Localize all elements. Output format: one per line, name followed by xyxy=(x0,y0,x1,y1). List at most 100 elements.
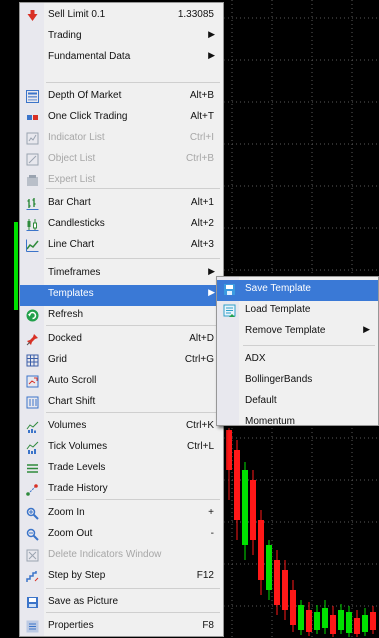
menu-item-shortcut: Alt+2 xyxy=(190,218,214,229)
menu-item-shortcut: Ctrl+K xyxy=(185,420,214,431)
menu-item-label: BollingerBands xyxy=(245,374,313,385)
candle-bear xyxy=(290,590,296,625)
menu-item-label: Chart Shift xyxy=(48,396,96,407)
candle-bear xyxy=(330,615,336,634)
auto-scroll-icon xyxy=(26,375,39,388)
menu-item-trade-history[interactable]: Trade History xyxy=(20,480,223,501)
menu-item-timeframes[interactable]: Timeframes ▶ xyxy=(20,264,223,285)
candle-bear xyxy=(258,520,264,580)
menu-item-bollingerbands[interactable]: BollingerBands xyxy=(217,371,378,392)
menu-item-label: Fundamental Data xyxy=(48,51,131,62)
menu-item-candlesticks[interactable]: Candlesticks Alt+2 xyxy=(20,215,223,236)
refresh-icon xyxy=(26,309,39,322)
menu-item-docked[interactable]: Docked Alt+D xyxy=(20,330,223,351)
pin-icon xyxy=(26,334,38,346)
menu-separator xyxy=(46,188,220,189)
templates-submenu: Save Template Load Template Remove Templat… xyxy=(216,276,379,427)
candle-bull xyxy=(338,610,344,630)
menu-item-line-chart[interactable]: Line Chart Alt+3 xyxy=(20,236,223,257)
menu-item-save-as-picture[interactable]: Save as Picture xyxy=(20,593,223,614)
chart-context-menu: Sell Limit 0.1 1.33085 Trading ▶ Fundamental… xyxy=(19,2,224,637)
zoom-out-icon xyxy=(26,528,39,541)
menu-item-chart-shift[interactable]: Chart Shift xyxy=(20,393,223,414)
menu-separator xyxy=(46,325,220,326)
menu-item-label: ADX xyxy=(245,353,266,364)
candle-bear xyxy=(370,612,376,630)
candle-bear xyxy=(274,560,280,605)
partial-candle xyxy=(14,222,18,310)
menu-item-remove-template[interactable]: Remove Template ▶ xyxy=(217,322,378,343)
candle-bull xyxy=(314,612,320,630)
menu-item-templates[interactable]: Templates ▶ xyxy=(20,285,223,306)
load-template-icon xyxy=(223,304,236,317)
object-list-icon xyxy=(26,153,39,166)
menu-item-trading[interactable]: Trading ▶ xyxy=(20,27,223,48)
candle-bear xyxy=(282,570,288,610)
menu-item-label: Zoom In xyxy=(48,507,85,518)
menu-item-one-click-trading[interactable]: One Click Trading Alt+T xyxy=(20,108,223,129)
menu-item-label: Default xyxy=(245,395,277,406)
candle-bull xyxy=(298,605,304,630)
properties-icon xyxy=(26,620,39,633)
candle-bull xyxy=(362,615,368,632)
menu-item-shortcut: Alt+1 xyxy=(190,197,214,208)
menu-item-grid[interactable]: Grid Ctrl+G xyxy=(20,351,223,372)
line-chart-icon xyxy=(26,239,39,252)
menu-separator xyxy=(46,499,220,500)
menu-item-label: Templates xyxy=(48,288,94,299)
menu-item-load-template[interactable]: Load Template xyxy=(217,301,378,322)
menu-item-bar-chart[interactable]: Bar Chart Alt+1 xyxy=(20,194,223,215)
submenu-arrow-icon: ▶ xyxy=(208,287,215,297)
menu-item-save-template[interactable]: Save Template xyxy=(217,280,378,301)
menu-item-zoom-out[interactable]: Zoom Out - xyxy=(20,525,223,546)
menu-item-label: Momentum xyxy=(245,416,296,427)
menu-separator xyxy=(46,588,220,589)
menu-item-delete-indicators-window: Delete Indicators Window xyxy=(20,546,223,567)
menu-item-sell-limit-0-1[interactable]: Sell Limit 0.1 1.33085 xyxy=(20,6,223,27)
candle-bull xyxy=(266,545,272,590)
menu-item-default[interactable]: Default xyxy=(217,392,378,413)
menu-item-trade-levels[interactable]: Trade Levels xyxy=(20,459,223,480)
menu-item-label: Save as Picture xyxy=(48,596,119,607)
menu-item-label: Depth Of Market xyxy=(48,90,122,101)
step-by-step-icon xyxy=(26,571,39,582)
menu-item-auto-scroll[interactable]: Auto Scroll xyxy=(20,372,223,393)
menu-item-label: Trade History xyxy=(48,483,108,494)
candle-bull xyxy=(322,608,328,628)
menu-item-zoom-in[interactable]: Zoom In + xyxy=(20,504,223,525)
menu-item-depth-of-market[interactable]: Depth Of Market Alt+B xyxy=(20,87,223,108)
menu-item-momentum[interactable]: Momentum xyxy=(217,413,378,434)
menu-item-properties[interactable]: Properties F8 xyxy=(20,617,223,638)
menu-item-label: Save Template xyxy=(245,283,311,294)
menu-item-shortcut: Alt+B xyxy=(189,90,214,101)
menu-item-shortcut: F12 xyxy=(196,570,214,581)
menu-item-step-by-step[interactable]: Step by Step F12 xyxy=(20,567,223,588)
bar-chart-icon xyxy=(26,198,39,210)
menu-item-label: Volumes xyxy=(48,420,87,431)
menu-item-label: Refresh xyxy=(48,309,84,320)
menu-item-shortcut: Ctrl+B xyxy=(185,153,214,164)
candle-bull xyxy=(242,470,248,545)
delete-indicators-window-icon xyxy=(26,549,39,562)
menu-item-label: Delete Indicators Window xyxy=(48,549,162,560)
menu-item-refresh[interactable]: Refresh xyxy=(20,306,223,327)
menu-item-fundamental-data[interactable]: Fundamental Data ▶ xyxy=(20,48,223,69)
menu-item-label: One Click Trading xyxy=(48,111,128,122)
menu-item-tick-volumes[interactable]: Tick Volumes Ctrl+L xyxy=(20,438,223,459)
submenu-arrow-icon: ▶ xyxy=(363,324,370,334)
menu-item-adx[interactable]: ADX xyxy=(217,350,378,371)
menu-item-object-list: Object List Ctrl+B xyxy=(20,150,223,171)
menu-item-shortcut: Alt+D xyxy=(189,333,214,344)
zoom-in-icon xyxy=(26,507,39,520)
menu-item-label: Docked xyxy=(48,333,82,344)
menu-item-label: Line Chart xyxy=(48,239,95,250)
tick-volumes-icon xyxy=(26,441,39,454)
save-as-picture-icon xyxy=(27,597,38,608)
menu-item-shortcut: 1.33085 xyxy=(177,9,214,20)
menu-item-label: Expert List xyxy=(48,174,96,185)
menu-item-volumes[interactable]: Volumes Ctrl+K xyxy=(20,417,223,438)
menu-item-label: Candlesticks xyxy=(48,218,105,229)
menu-item-label: Sell Limit 0.1 xyxy=(48,9,106,20)
expert-list-icon xyxy=(27,175,38,186)
trade-levels-icon xyxy=(27,464,38,473)
